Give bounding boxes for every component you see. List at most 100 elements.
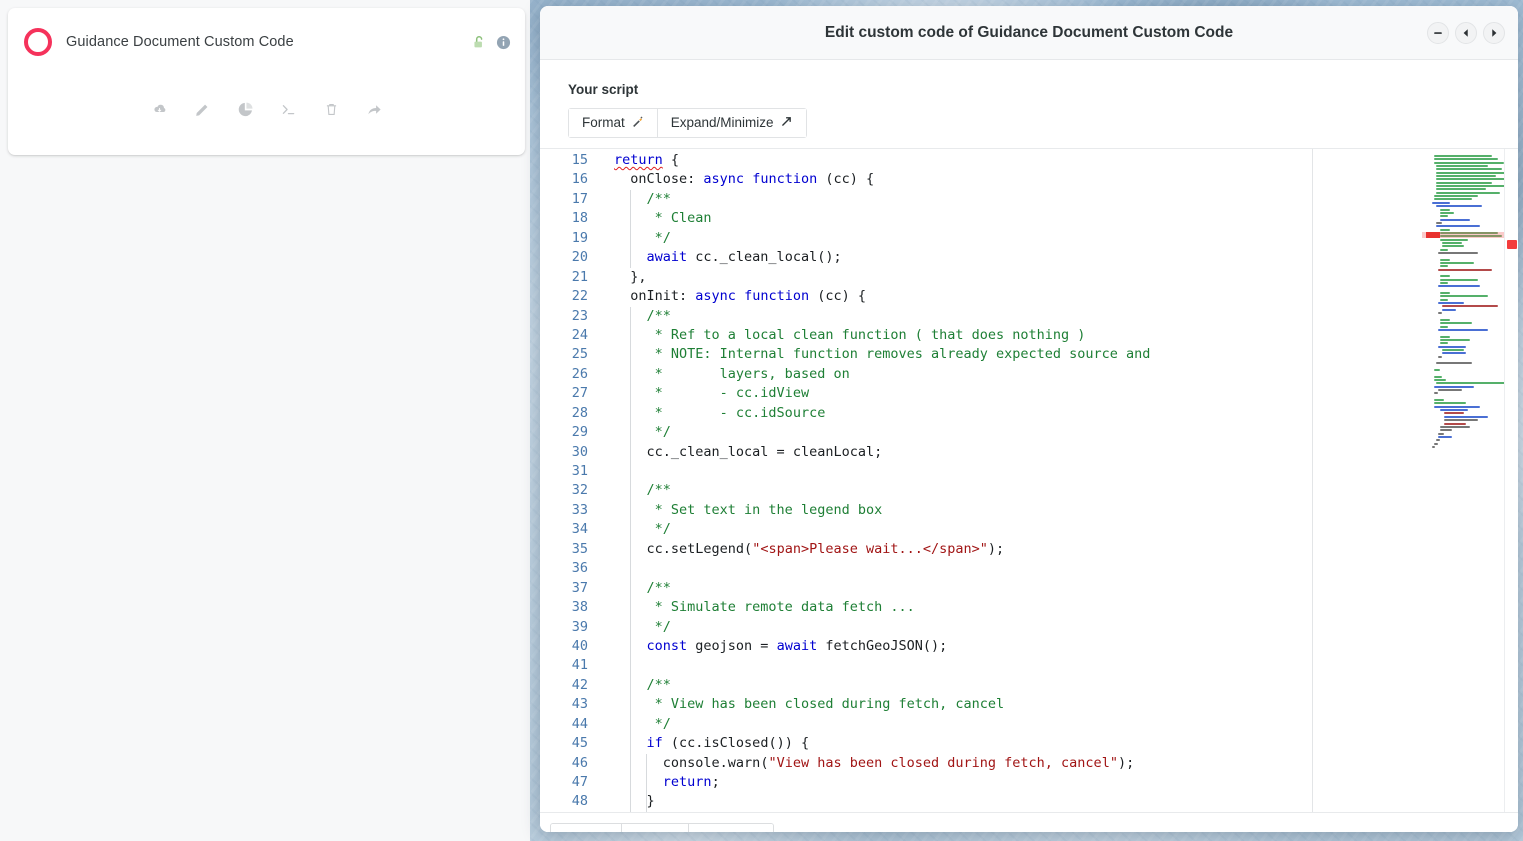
code-line-text: * - cc.idSource [604,404,825,423]
code-line-text: */ [604,229,671,248]
code-token-cmt: * NOTE: Internal function removes alread… [647,346,1151,362]
line-number: 15 [540,151,604,170]
previous-button[interactable] [1455,22,1477,44]
pie-chart-icon[interactable] [237,101,254,118]
line-number: 23 [540,307,604,326]
minimap-line [1434,195,1478,197]
code-token-pln: cc._clean_local(); [687,249,841,265]
minimap-line [1438,312,1442,314]
code-line[interactable]: 32 /** [540,481,1422,500]
minimap-line [1440,262,1474,264]
info-icon[interactable] [496,35,511,50]
code-line[interactable]: 47 return; [540,773,1422,792]
layer-card-header: Guidance Document Custom Code [8,8,525,64]
code-line[interactable]: 16 onClose: async function (cc) { [540,170,1422,189]
indent-guide [630,248,631,267]
code-line[interactable]: 43 * View has been closed during fetch, … [540,695,1422,714]
minimize-button[interactable] [1427,22,1449,44]
left-sidebar-panel: Guidance Document Custom Code [0,0,530,841]
cloud-download-icon[interactable] [151,101,168,118]
minimap-line [1436,178,1514,180]
code-line[interactable]: 30 cc._clean_local = cleanLocal; [540,443,1422,462]
code-lines-container[interactable]: 15return {16 onClose: async function (cc… [540,149,1422,812]
line-number: 40 [540,637,604,656]
dialog-header[interactable]: Edit custom code of Guidance Document Cu… [540,6,1518,60]
code-line[interactable]: 19 */ [540,229,1422,248]
code-line[interactable]: 24 * Ref to a local clean function ( tha… [540,326,1422,345]
code-line[interactable]: 20 await cc._clean_local(); [540,248,1422,267]
expand-minimize-button[interactable]: Expand/Minimize [657,109,806,137]
next-button[interactable] [1483,22,1505,44]
minimap-line [1438,433,1444,435]
code-editor[interactable]: 15return {16 onClose: async function (cc… [540,148,1518,813]
code-token-pln: console.warn( [663,755,769,771]
code-line[interactable]: 15return { [540,151,1422,170]
delete-trash-icon[interactable] [323,101,340,118]
line-number: 32 [540,481,604,500]
code-line[interactable]: 22 onInit: async function (cc) { [540,287,1422,306]
code-line-text: return; [604,773,720,792]
code-line[interactable]: 21 }, [540,268,1422,287]
code-line[interactable]: 35 cc.setLegend("<span>Please wait...</s… [540,540,1422,559]
minimap-line [1440,209,1450,211]
code-indent [614,774,663,790]
preview-button[interactable]: Preview [688,824,773,832]
code-line[interactable]: 36 [540,559,1422,578]
minimap-line [1436,175,1496,177]
code-line[interactable]: 31 [540,462,1422,481]
overview-ruler[interactable] [1504,149,1518,812]
minimap-line [1440,215,1448,217]
indent-guide [630,637,631,656]
code-line[interactable]: 44 */ [540,715,1422,734]
edit-pencil-icon[interactable] [194,101,211,118]
magic-wand-icon [631,115,644,130]
line-number: 43 [540,695,604,714]
save-button[interactable]: Save [621,824,688,832]
indent-guide [630,676,631,695]
line-number: 20 [540,248,604,267]
code-line[interactable]: 42 /** [540,676,1422,695]
format-button[interactable]: Format [569,109,657,137]
code-line-text [604,462,614,481]
dialog-footer: Close Save Preview [540,813,1518,832]
editor-toolbar: Format Expand/Minimize [568,108,807,138]
share-arrow-icon[interactable] [366,101,383,118]
minimap-line [1434,158,1498,160]
code-line[interactable]: 25 * NOTE: Internal function removes alr… [540,345,1422,364]
code-line[interactable]: 28 * - cc.idSource [540,404,1422,423]
code-line-text: * Simulate remote data fetch ... [604,598,915,617]
code-line[interactable]: 26 * layers, based on [540,365,1422,384]
minimap-line [1434,402,1466,404]
code-text-area[interactable]: 15return {16 onClose: async function (cc… [540,149,1422,812]
layer-card-title: Guidance Document Custom Code [66,34,472,50]
code-line[interactable]: 40 const geojson = await fetchGeoJSON(); [540,637,1422,656]
code-token-cmt: * View has been closed during fetch, can… [647,696,1005,712]
code-line[interactable]: 46 console.warn("View has been closed du… [540,754,1422,773]
minimap-line [1436,172,1510,174]
layer-card[interactable]: Guidance Document Custom Code [8,8,525,155]
minimap-line [1440,212,1454,214]
indent-guide [630,326,631,345]
code-line[interactable]: 41 [540,656,1422,675]
print-margin-ruler [1312,149,1313,812]
code-line[interactable]: 23 /** [540,307,1422,326]
minimap-line [1434,399,1444,401]
close-button[interactable]: Close [551,824,621,832]
code-line[interactable]: 37 /** [540,579,1422,598]
code-line[interactable]: 27 * - cc.idView [540,384,1422,403]
code-line[interactable]: 45 if (cc.isClosed()) { [540,734,1422,753]
code-line[interactable]: 34 */ [540,520,1422,539]
unlock-icon[interactable] [472,35,487,50]
minimap-line [1436,205,1482,207]
line-number: 35 [540,540,604,559]
code-line[interactable]: 18 * Clean [540,209,1422,228]
code-line[interactable]: 33 * Set text in the legend box [540,501,1422,520]
terminal-icon[interactable] [280,101,297,118]
code-line[interactable]: 38 * Simulate remote data fetch ... [540,598,1422,617]
code-line[interactable]: 29 */ [540,423,1422,442]
overview-ruler-error-mark[interactable] [1507,240,1517,249]
minimap-line [1440,239,1468,241]
code-line[interactable]: 17 /** [540,190,1422,209]
code-line[interactable]: 48 } [540,792,1422,811]
code-line[interactable]: 39 */ [540,618,1422,637]
